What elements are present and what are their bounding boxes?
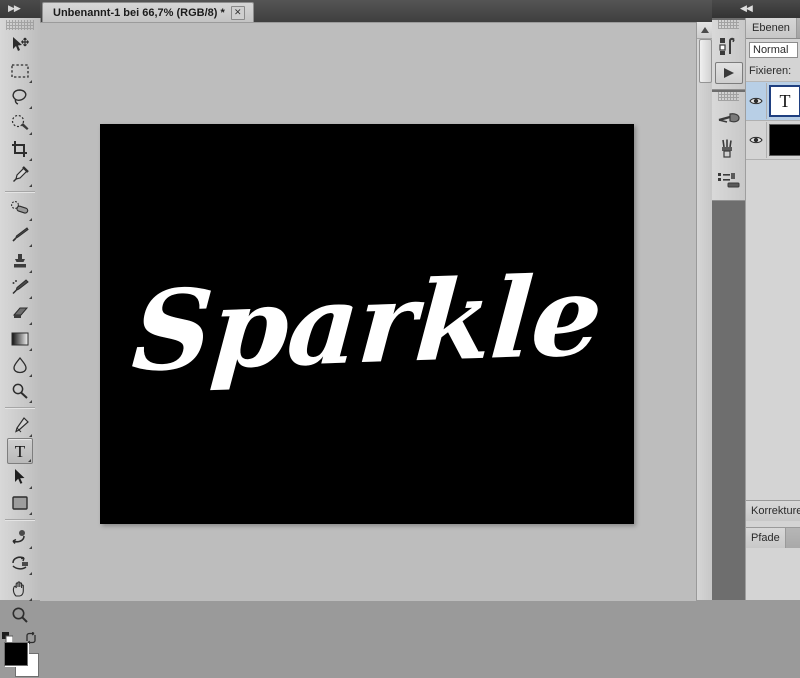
tool-options-arrow-icon: [29, 132, 32, 135]
blend-mode-value: Normal: [753, 44, 789, 56]
shape-tool[interactable]: [7, 490, 33, 516]
tool-options-arrow-icon: [29, 512, 32, 515]
move-tool[interactable]: [7, 32, 33, 58]
toolbox-collapse-bar[interactable]: ▶▶: [0, 0, 40, 19]
healing-brush-tool[interactable]: [7, 196, 33, 222]
tab-korrekturen-label: Korrekturen: [751, 505, 800, 517]
document-tab[interactable]: Unbenannt-1 bei 66,7% (RGB/8) * ✕: [42, 2, 254, 22]
eye-icon[interactable]: [746, 83, 767, 119]
dodge-tool[interactable]: [7, 378, 33, 404]
toolbox-divider: [5, 407, 35, 409]
layer-thumbnail-t-glyph: T: [779, 91, 791, 111]
tool-options-arrow-icon: [29, 400, 32, 403]
tab-ebenen[interactable]: Ebenen: [746, 18, 797, 38]
tool-options-arrow-icon: [29, 296, 32, 299]
zoom-tool[interactable]: [7, 602, 33, 628]
dock-grip[interactable]: [718, 92, 739, 101]
blur-tool[interactable]: [7, 352, 33, 378]
paths-tabbar-filler: [785, 528, 800, 548]
history-icon[interactable]: [714, 31, 744, 61]
blend-mode-row: Normal: [746, 39, 800, 61]
type-tool-glyph: T: [14, 441, 26, 461]
tool-options-arrow-icon: [29, 322, 32, 325]
eye-icon[interactable]: [746, 122, 767, 158]
canvas-workspace[interactable]: Sparkle: [40, 22, 696, 601]
rotate-3d-tool[interactable]: [7, 524, 33, 550]
layers-panel-tabbar: Ebenen: [746, 18, 800, 39]
hand-tool[interactable]: [7, 576, 33, 602]
color-swatches: [2, 631, 39, 678]
toolbox: T: [0, 18, 41, 677]
pen-tool[interactable]: [7, 412, 33, 438]
tool-options-arrow-icon: [29, 546, 32, 549]
tool-options-arrow-icon: [29, 572, 32, 575]
dock-grip[interactable]: [718, 20, 739, 29]
tool-presets-icon[interactable]: [714, 165, 744, 195]
paths-tabbar: Pfade: [746, 527, 800, 548]
table-row[interactable]: T: [746, 82, 800, 121]
quick-selection-tool[interactable]: [7, 110, 33, 136]
toolbox-divider: [5, 191, 35, 193]
dock-group-history-actions: [712, 20, 745, 90]
layers-panel: Ebenen Normal Fixieren: T: [745, 18, 800, 494]
tool-options-arrow-icon: [29, 270, 32, 273]
foreground-color-swatch[interactable]: [4, 642, 28, 666]
toolbox-grip[interactable]: [6, 20, 34, 30]
path-selection-tool[interactable]: [7, 464, 33, 490]
scrollbar-thumb[interactable]: [699, 39, 712, 83]
rectangular-marquee-tool[interactable]: [7, 58, 33, 84]
crop-tool[interactable]: [7, 136, 33, 162]
document-tab-title: Unbenannt-1 bei 66,7% (RGB/8) *: [53, 6, 225, 19]
double-chevron-left-icon[interactable]: ◀◀: [740, 4, 753, 13]
tab-pfade[interactable]: Pfade: [746, 528, 786, 548]
tab-korrekturen[interactable]: Korrekturen: [746, 501, 800, 521]
blend-mode-select[interactable]: Normal: [749, 42, 798, 58]
tab-ebenen-label: Ebenen: [752, 22, 790, 34]
brush-tool[interactable]: [7, 222, 33, 248]
tool-options-arrow-icon: [29, 184, 32, 187]
tool-options-arrow-icon: [28, 459, 31, 462]
document-tab-bar: Unbenannt-1 bei 66,7% (RGB/8) * ✕: [40, 0, 712, 23]
adjustments-tabbar: Korrekturen: [746, 500, 800, 521]
tab-pfade-label: Pfade: [751, 532, 780, 544]
lock-label: Fixieren:: [749, 65, 792, 77]
tool-options-arrow-icon: [29, 80, 32, 83]
photoshop-window: ▶▶ Unbenannt-1 bei 66,7% (RGB/8) * ✕ ◀◀: [0, 0, 800, 677]
brush-panel-icon[interactable]: [714, 134, 744, 164]
tool-options-arrow-icon: [29, 486, 32, 489]
close-icon[interactable]: ✕: [230, 5, 245, 20]
layer-thumbnail-text[interactable]: T: [769, 85, 800, 117]
canvas-text-sparkle[interactable]: Sparkle: [100, 124, 634, 524]
tool-options-arrow-icon: [29, 434, 32, 437]
tool-options-arrow-icon: [29, 106, 32, 109]
lasso-tool[interactable]: [7, 84, 33, 110]
bottom-panel-stack: Korrekturen Pfade: [745, 494, 800, 600]
tool-options-arrow-icon: [29, 218, 32, 221]
gradient-tool[interactable]: [7, 326, 33, 352]
table-row[interactable]: [746, 121, 800, 160]
panel-icon-dock: [712, 18, 746, 600]
lock-row: Fixieren:: [746, 61, 800, 82]
eyedropper-tool[interactable]: [7, 162, 33, 188]
double-chevron-right-icon[interactable]: ▶▶: [8, 4, 21, 13]
tool-options-arrow-icon: [29, 348, 32, 351]
tool-options-arrow-icon: [29, 158, 32, 161]
tool-options-arrow-icon: [29, 374, 32, 377]
scroll-up-arrow-icon[interactable]: [697, 22, 713, 39]
layer-thumbnail-background[interactable]: [769, 124, 800, 156]
history-brush-tool[interactable]: [7, 274, 33, 300]
actions-play-icon[interactable]: [714, 62, 743, 84]
dock-group-brushes-presets: [712, 92, 745, 201]
panel-dock-collapse-bar[interactable]: ◀◀: [712, 0, 800, 19]
clone-stamp-tool[interactable]: [7, 248, 33, 274]
tool-options-arrow-icon: [29, 244, 32, 247]
toolbox-divider: [5, 519, 35, 521]
brush-presets-icon[interactable]: [714, 103, 744, 133]
eraser-tool[interactable]: [7, 300, 33, 326]
type-tool[interactable]: T: [7, 438, 33, 464]
document-canvas[interactable]: Sparkle: [100, 124, 634, 524]
orbit-3d-camera-tool[interactable]: [7, 550, 33, 576]
